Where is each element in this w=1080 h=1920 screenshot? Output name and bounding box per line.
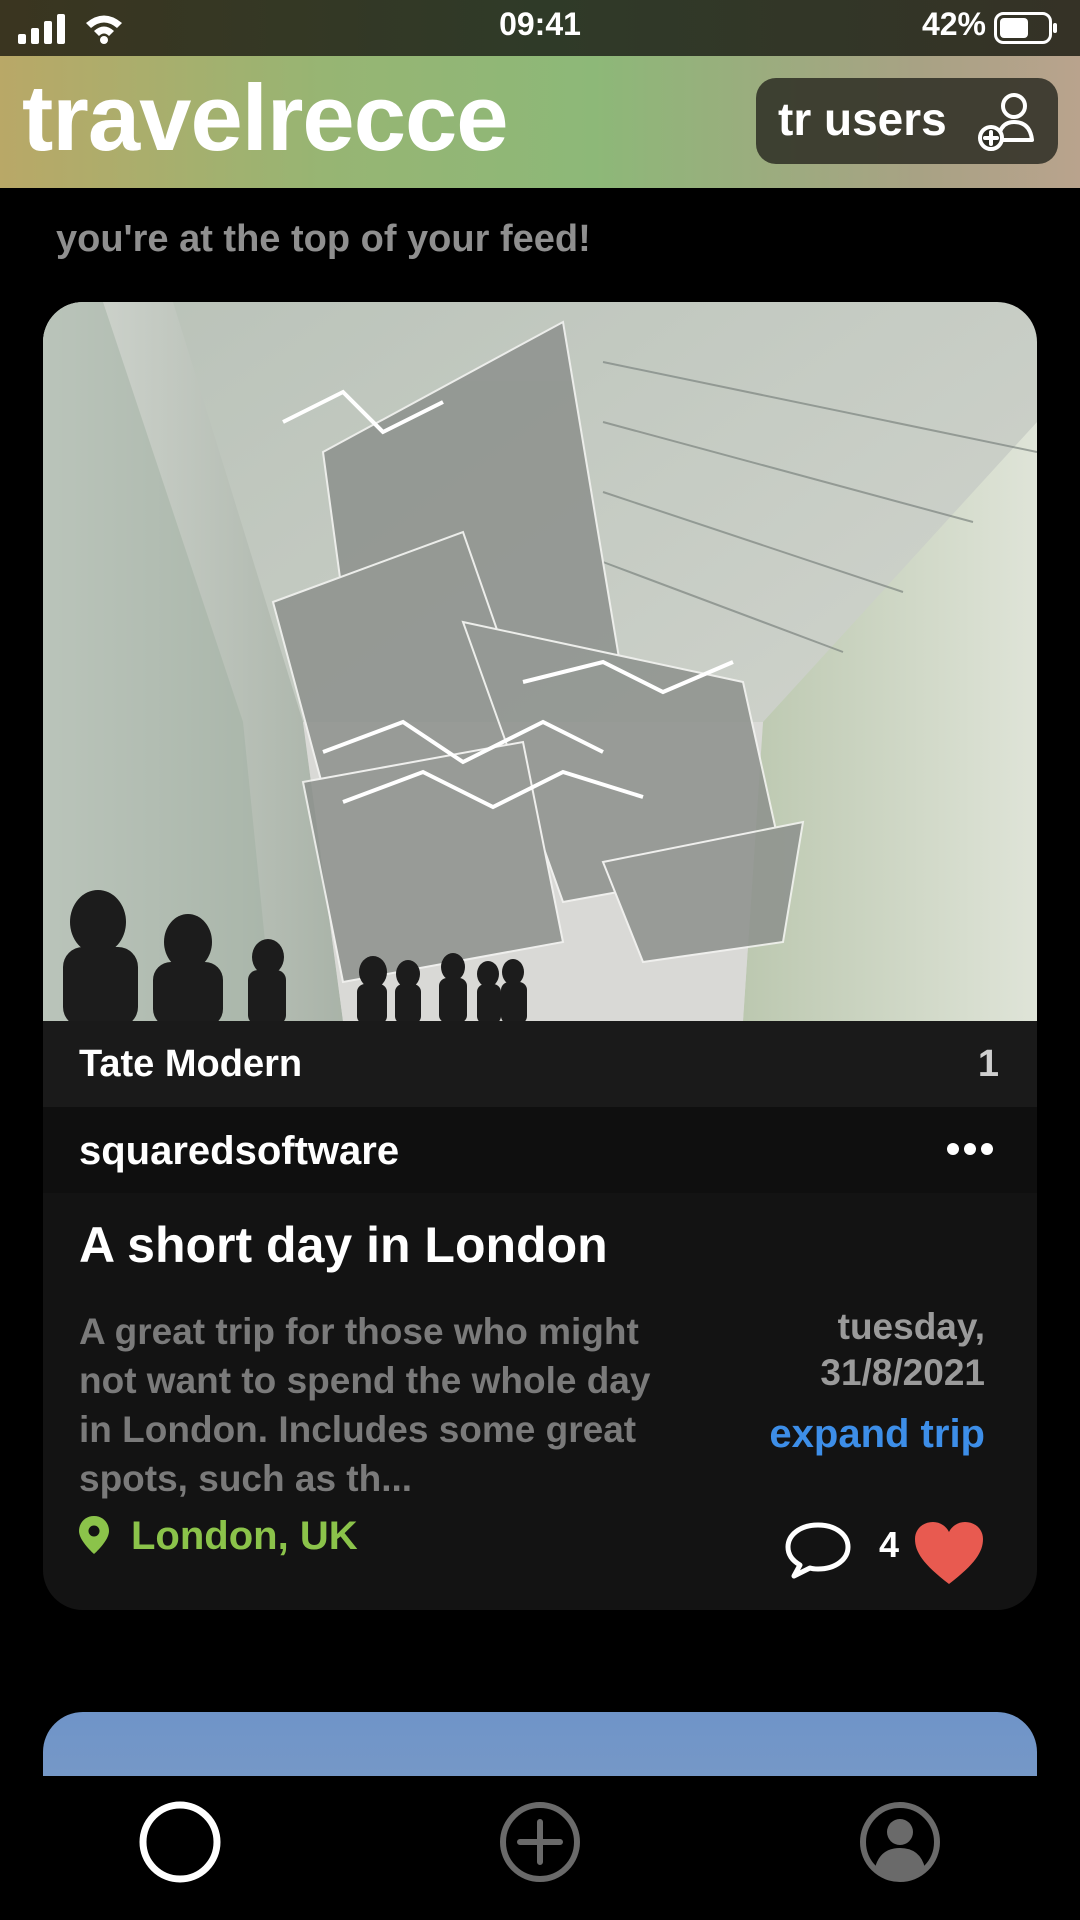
battery-icon — [994, 12, 1057, 44]
trip-date-day: tuesday, — [837, 1306, 985, 1347]
add-user-icon — [978, 93, 1034, 151]
profile-tab-icon[interactable] — [858, 1800, 942, 1884]
location-label: London, UK — [131, 1514, 358, 1558]
trip-card[interactable]: Tate Modern 1 squaredsoftware A short da… — [43, 302, 1037, 1610]
trip-date: tuesday, 31/8/2021 — [685, 1304, 985, 1396]
status-time: 09:41 — [499, 6, 581, 42]
app-title: travelrecce — [22, 65, 509, 170]
trip-title: A short day in London — [79, 1217, 608, 1273]
place-index: 1 — [977, 1043, 999, 1085]
app-header: travelrecce tr users — [0, 56, 1080, 188]
author-row: squaredsoftware — [43, 1107, 1037, 1193]
place-name: Tate Modern — [79, 1043, 303, 1085]
author-name[interactable]: squaredsoftware — [79, 1129, 399, 1174]
trip-description: A great trip for those who might not wan… — [79, 1311, 651, 1499]
like-count: 4 — [879, 1524, 900, 1565]
status-bar: 09:41 42% — [0, 0, 1080, 56]
location-pin-icon — [79, 1516, 109, 1554]
battery-percent: 42% — [921, 6, 986, 42]
expand-trip-link[interactable]: expand trip — [769, 1412, 985, 1457]
tr-users-label: tr users — [778, 93, 947, 145]
place-row: Tate Modern 1 — [43, 1021, 1037, 1107]
add-trip-tab-icon[interactable] — [498, 1800, 582, 1884]
more-options-icon[interactable] — [945, 1141, 995, 1157]
feed-top-message: you're at the top of your feed! — [56, 218, 591, 260]
heart-icon[interactable] — [913, 1520, 985, 1586]
trip-photo — [43, 302, 1037, 1021]
tab-bar — [0, 1776, 1080, 1920]
comment-icon[interactable] — [783, 1520, 853, 1580]
tr-users-button[interactable]: tr users — [756, 78, 1058, 164]
home-tab-icon[interactable] — [138, 1800, 222, 1884]
trip-date-value: 31/8/2021 — [820, 1352, 985, 1393]
